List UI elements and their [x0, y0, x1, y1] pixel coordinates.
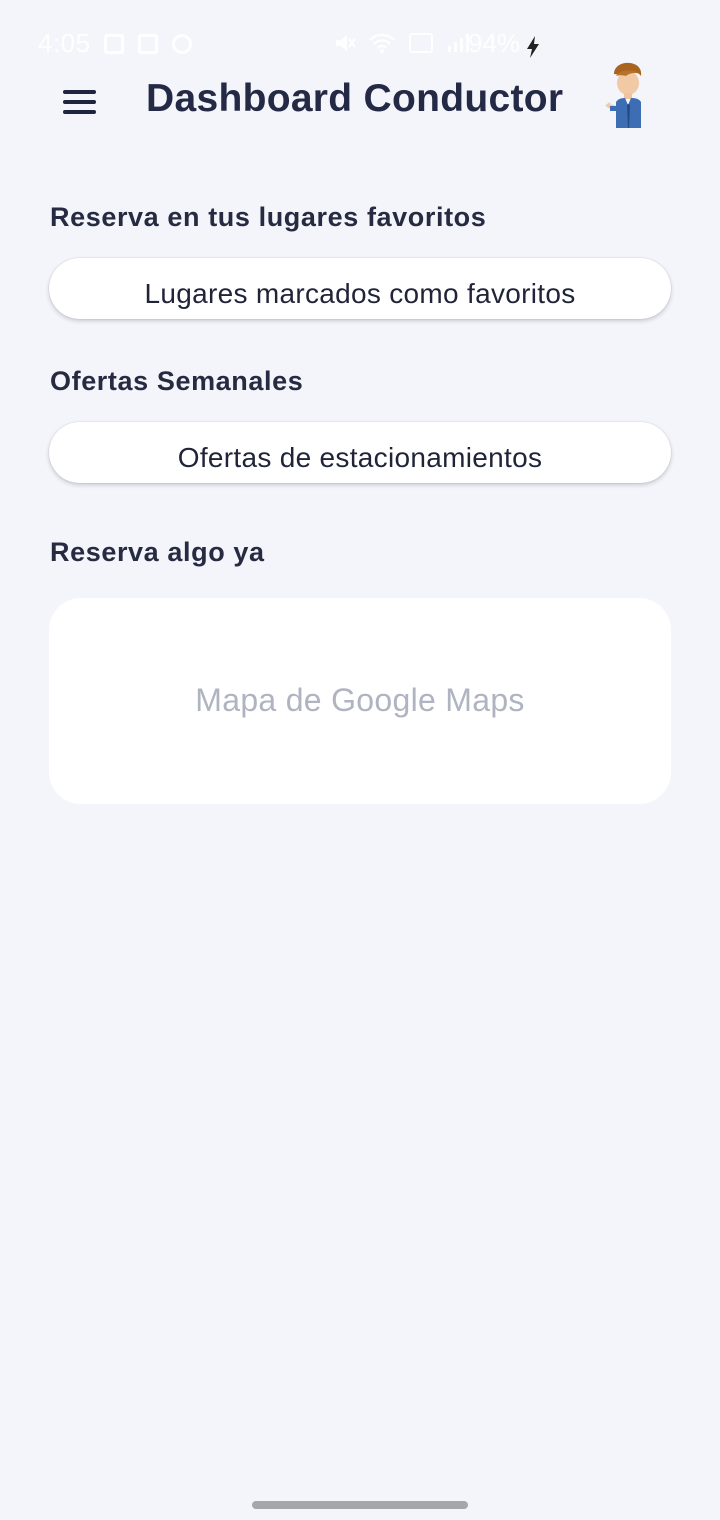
app-notification-icon: [172, 34, 192, 54]
avatar[interactable]: [602, 62, 652, 130]
page-title: Dashboard Conductor: [146, 77, 564, 120]
map-placeholder-text: Mapa de Google Maps: [195, 682, 525, 718]
parking-offers-button[interactable]: Ofertas de estacionamientos: [49, 422, 671, 483]
volte-icon: [409, 33, 433, 53]
wifi-icon: [369, 33, 395, 53]
menu-icon-line: [63, 110, 96, 114]
home-indicator[interactable]: [252, 1501, 468, 1509]
app-bar: Dashboard Conductor: [0, 62, 720, 142]
menu-icon-line: [63, 100, 96, 104]
signal-icon: [448, 34, 469, 52]
clipboard-icon: [138, 34, 158, 54]
book-now-section-label: Reserva algo ya: [50, 537, 265, 567]
favorite-places-button[interactable]: Lugares marcados como favoritos: [49, 258, 671, 319]
map-card[interactable]: Mapa de Google Maps: [49, 598, 671, 804]
mute-icon: [336, 35, 356, 51]
parking-offers-button-label: Ofertas de estacionamientos: [177, 442, 543, 473]
charging-icon: [527, 36, 539, 58]
dashboard-screen: 4:05 94% Dashboard Conductor Reserva en …: [0, 0, 720, 1520]
battery-level: 94%: [468, 28, 521, 58]
menu-button[interactable]: [58, 84, 102, 120]
notification-icons: [104, 34, 192, 54]
system-icons: [334, 32, 470, 54]
favorite-places-button-label: Lugares marcados como favoritos: [144, 278, 576, 309]
status-time: 4:05: [38, 28, 91, 58]
gallery-icon: [104, 34, 124, 54]
weekly-offers-section-label: Ofertas Semanales: [50, 366, 304, 396]
status-bar: 4:05 94%: [0, 26, 720, 62]
favorites-section-label: Reserva en tus lugares favoritos: [50, 202, 487, 232]
menu-icon-line: [63, 90, 96, 94]
